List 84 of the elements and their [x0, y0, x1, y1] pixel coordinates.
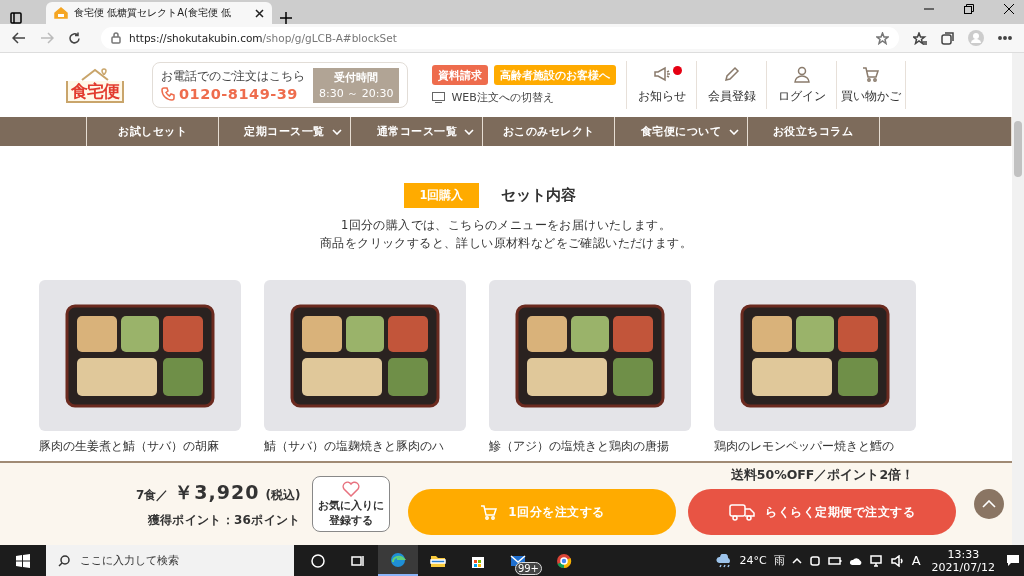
- product-name-link[interactable]: 豚肉の生姜煮と鯖（サバ）の胡麻: [38, 439, 241, 454]
- taskbar-search-field[interactable]: ここに入力して検索: [46, 545, 294, 576]
- more-menu-icon[interactable]: [998, 36, 1012, 40]
- windows-start-icon[interactable]: [16, 553, 30, 568]
- heart-roof-icon: [80, 67, 110, 81]
- rain-cloud-icon: [714, 553, 733, 568]
- network-icon[interactable]: [869, 554, 884, 567]
- address-bar[interactable]: https://shokutakubin.com/shop/g/gLCB-A#blockSet: [101, 27, 899, 49]
- chevron-up-icon[interactable]: [791, 557, 802, 564]
- section-description: 商品をクリックすると、詳しい原材料などをご確認いただけます。: [320, 235, 692, 252]
- heart-icon: [342, 481, 361, 497]
- scrollbar[interactable]: [1012, 53, 1024, 545]
- pencil-icon: [722, 65, 741, 83]
- collections-icon[interactable]: [941, 31, 954, 45]
- meal-photo-placeholder[interactable]: [488, 280, 691, 431]
- house-icon: [54, 7, 68, 19]
- browser-tab[interactable]: 食宅便 低糖質セレクトA(食宅便 低: [46, 2, 272, 24]
- product-name-link[interactable]: 鯖（サバ）の塩麹焼きと豚肉のハ: [263, 439, 466, 454]
- tax-note: (税込): [265, 486, 301, 504]
- price: ￥3,920: [174, 479, 260, 505]
- reload-icon[interactable]: [68, 31, 81, 45]
- earned-points: 獲得ポイント：36ポイント: [147, 511, 301, 529]
- meal-count: 7食／: [136, 486, 169, 504]
- product-name-link[interactable]: 鰺（アジ）の塩焼きと鶏肉の唐揚: [488, 439, 691, 454]
- edge-browser-icon[interactable]: [389, 550, 407, 569]
- cloud-icon[interactable]: [848, 555, 863, 566]
- close-icon[interactable]: [255, 8, 264, 18]
- monitor-icon: [432, 92, 446, 103]
- subscription-order-button[interactable]: らくらく定期便で注文する: [688, 489, 957, 535]
- nav-tab[interactable]: お役立ちコラム: [746, 117, 879, 146]
- favorite-star-icon[interactable]: [876, 31, 889, 45]
- cart-icon: [480, 503, 499, 521]
- nav-tab[interactable]: おこのみセレクト: [482, 117, 615, 146]
- section-description: 1回分の購入では、こちらのメニューをお届けいたします。: [339, 217, 673, 234]
- nav-tab[interactable]: 通常コース一覧: [350, 117, 483, 146]
- scrollbar-thumb[interactable]: [1014, 121, 1022, 177]
- speaker-icon[interactable]: [890, 554, 905, 567]
- input-method-indicator[interactable]: A: [911, 553, 921, 568]
- chrome-browser-icon[interactable]: [555, 551, 573, 570]
- restore-icon[interactable]: [964, 3, 974, 14]
- taskbar-clock[interactable]: 13:33 2021/07/12: [931, 547, 995, 574]
- add-to-favorites-button[interactable]: お気に入りに 登録する: [312, 476, 391, 532]
- close-icon[interactable]: [1004, 3, 1014, 14]
- back-arrow-icon[interactable]: [12, 32, 26, 44]
- delivery-truck-icon: [729, 503, 756, 521]
- meal-photo-placeholder[interactable]: [38, 280, 241, 431]
- product-name-link[interactable]: 鶏肉のレモンペッパー焼きと鱈の: [713, 439, 916, 454]
- tab-actions-icon[interactable]: [10, 12, 22, 24]
- search-icon: [58, 554, 70, 567]
- header-nav-button[interactable]: ログイン: [766, 61, 837, 109]
- weather-condition[interactable]: 雨: [773, 553, 785, 568]
- megaphone-icon: [652, 65, 671, 83]
- back-to-top-button[interactable]: [974, 489, 1005, 519]
- purchase-type-badge: 1回購入: [404, 183, 479, 208]
- cart-icon: [862, 65, 881, 83]
- favorites-icon[interactable]: [913, 31, 927, 45]
- temperature[interactable]: 24°C: [739, 554, 767, 567]
- new-tab-icon[interactable]: [280, 12, 292, 24]
- lock-icon: [111, 32, 121, 44]
- battery-icon[interactable]: [827, 555, 842, 566]
- meal-photo-placeholder[interactable]: [263, 280, 466, 431]
- phone-caption: お電話でのご注文はこちら: [161, 68, 305, 85]
- section-title: セット内容: [500, 186, 576, 205]
- promotion-note: 送料50%OFF／ポイント2倍！: [730, 467, 915, 484]
- unread-count-badge: 99+: [514, 562, 542, 575]
- nav-tab[interactable]: お試しセット: [86, 117, 219, 146]
- hours-time: 8:30 ～ 20:30: [319, 85, 394, 101]
- meal-photo-placeholder[interactable]: [713, 280, 916, 431]
- web-order-switch-link[interactable]: WEB注文への切替え: [451, 90, 554, 105]
- header-nav-button[interactable]: お知らせ: [626, 61, 697, 109]
- person-icon: [792, 65, 811, 83]
- header-nav-button[interactable]: 会員登録: [696, 61, 767, 109]
- nav-tab[interactable]: 食宅便について: [614, 117, 747, 146]
- notification-center-icon[interactable]: [1006, 554, 1020, 567]
- chevron-up-icon: [982, 500, 997, 508]
- hours-label: 受付時間: [334, 69, 379, 85]
- logo[interactable]: 食宅便: [66, 81, 124, 103]
- header-nav-button[interactable]: 買い物かご: [836, 61, 907, 109]
- forward-arrow-icon: [40, 32, 54, 44]
- url-text: https://shokutakubin.com/shop/g/gLCB-A#blockSet: [129, 32, 397, 44]
- phone-icon: [161, 87, 175, 101]
- nav-tab[interactable]: 定期コース一覧: [218, 117, 351, 146]
- task-view-circle-icon[interactable]: [309, 551, 327, 570]
- tab-title: 食宅便 低糖質セレクトA(食宅便 低: [74, 6, 233, 20]
